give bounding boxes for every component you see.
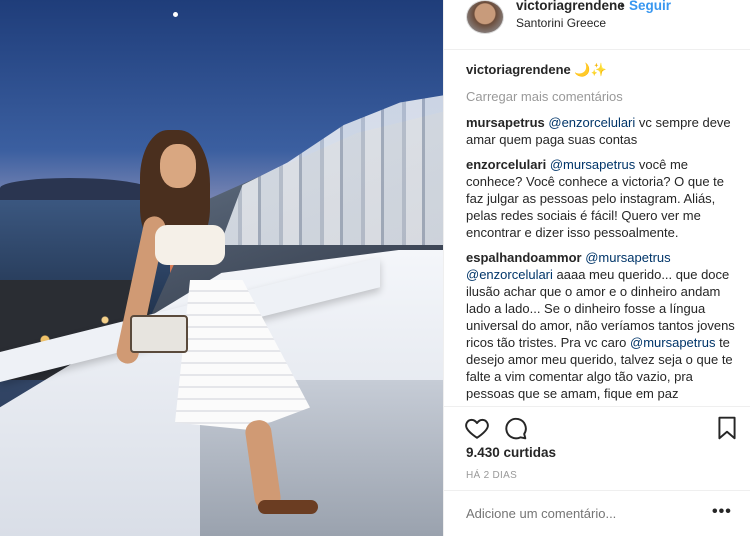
- comment-mention[interactable]: @mursapetrus: [630, 335, 715, 350]
- leg: [243, 418, 283, 512]
- add-comment-bar: •••: [444, 490, 750, 536]
- post-time[interactable]: HÁ 2 DIAS: [466, 470, 517, 481]
- likes-count[interactable]: 9.430 curtidas: [466, 445, 556, 460]
- more-options-icon[interactable]: •••: [712, 503, 732, 521]
- comment-icon[interactable]: [502, 415, 528, 441]
- caption-text: 🌙✨: [574, 62, 607, 77]
- post-panel: victoriagrendene • Seguir Santorini Gree…: [443, 0, 750, 536]
- comment-mention[interactable]: @enzorcelulari: [466, 267, 553, 282]
- separator-dot: •: [620, 0, 625, 13]
- comment-item: enzorcelulari @mursapetrus você me conhe…: [466, 156, 741, 241]
- comment-mention[interactable]: @mursapetrus: [550, 157, 635, 172]
- post-header: victoriagrendene • Seguir Santorini Gree…: [444, 0, 750, 50]
- add-comment-input[interactable]: [466, 506, 696, 521]
- load-more-comments[interactable]: Carregar mais comentários: [466, 88, 741, 105]
- action-bar: [444, 406, 750, 446]
- comment-mention[interactable]: @mursapetrus: [585, 250, 670, 265]
- moon: [173, 12, 178, 17]
- skirt: [175, 280, 310, 430]
- avatar[interactable]: [466, 0, 504, 34]
- comment-item: mursapetrus @enzorcelulari vc sempre dev…: [466, 114, 741, 148]
- comment-username[interactable]: espalhandoammor: [466, 250, 582, 265]
- comment-username[interactable]: enzorcelulari: [466, 157, 546, 172]
- header-username[interactable]: victoriagrendene: [516, 0, 625, 13]
- crop-top: [155, 225, 225, 265]
- heart-icon[interactable]: [464, 415, 490, 441]
- sandal: [258, 500, 318, 514]
- comment-username[interactable]: mursapetrus: [466, 115, 545, 130]
- location-link[interactable]: Santorini Greece: [516, 16, 606, 30]
- post-photo[interactable]: [0, 0, 443, 536]
- bookmark-icon[interactable]: [714, 415, 740, 441]
- person: [114, 130, 320, 530]
- caption-username[interactable]: victoriagrendene: [466, 62, 571, 77]
- caption: victoriagrendene 🌙✨: [466, 61, 741, 78]
- follow-button[interactable]: Seguir: [629, 0, 671, 13]
- comment-item: espalhandoammor @mursapetrus @enzorcelul…: [466, 249, 741, 402]
- comment-mention[interactable]: @enzorcelulari: [548, 115, 635, 130]
- comments-list[interactable]: victoriagrendene 🌙✨ Carregar mais coment…: [466, 61, 741, 407]
- face: [160, 144, 196, 188]
- handbag: [130, 315, 188, 353]
